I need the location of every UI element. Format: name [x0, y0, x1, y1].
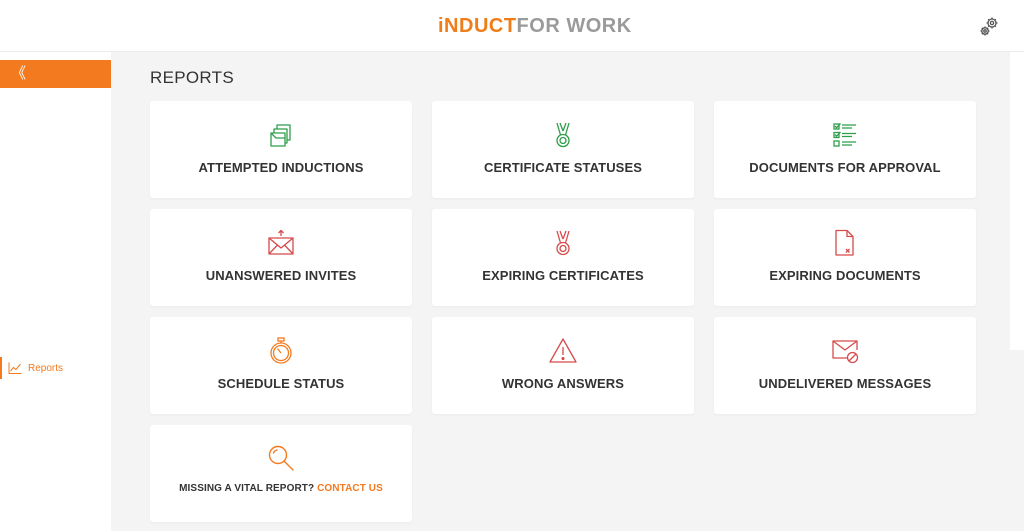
missing-report-text: MISSING A VITAL REPORT? CONTACT US [150, 483, 412, 494]
card-label: UNDELIVERED MESSAGES [758, 376, 932, 391]
top-bar: iNDUCTFOR WORK [0, 0, 1024, 52]
stopwatch-icon [267, 337, 295, 365]
report-card-undelivered-messages[interactable]: UNDELIVERED MESSAGES [714, 317, 976, 414]
logo-text-primary: iNDUCT [438, 15, 517, 37]
app-logo[interactable]: iNDUCTFOR WORK [438, 15, 632, 38]
report-card-unanswered-invites[interactable]: UNANSWERED INVITES [150, 209, 412, 306]
sidebar-collapse-button[interactable]: 《 [0, 60, 111, 88]
card-label: ATTEMPTED INDUCTIONS [198, 160, 364, 175]
contact-us-link[interactable]: CONTACT US [317, 483, 383, 494]
report-card-wrong-answers[interactable]: WRONG ANSWERS [432, 317, 694, 414]
card-label: CERTIFICATE STATUSES [484, 160, 642, 175]
page-title: REPORTS [150, 68, 234, 87]
report-card-expiring-certificates[interactable]: EXPIRING CERTIFICATES [432, 209, 694, 306]
card-label: UNANSWERED INVITES [205, 268, 357, 283]
sidebar-item-reports[interactable]: Reports [0, 357, 111, 379]
logo-text-secondary: FOR WORK [516, 15, 632, 37]
magnifier-icon [267, 444, 295, 472]
envelope-upload-icon [267, 229, 295, 257]
sidebar: 《 Reports [0, 52, 111, 531]
checklist-icon [831, 121, 859, 149]
right-panel-edge [1010, 52, 1024, 350]
sidebar-item-label: Reports [28, 362, 64, 374]
medal-icon [549, 229, 577, 257]
missing-report-card: MISSING A VITAL REPORT? CONTACT US [150, 425, 412, 522]
report-card-expiring-documents[interactable]: EXPIRING DOCUMENTS [714, 209, 976, 306]
report-card-certificate-statuses[interactable]: CERTIFICATE STATUSES [432, 101, 694, 198]
card-label: EXPIRING DOCUMENTS [769, 268, 921, 283]
card-label: SCHEDULE STATUS [217, 376, 345, 391]
report-card-schedule-status[interactable]: SCHEDULE STATUS [150, 317, 412, 414]
double-chevron-left-icon: 《 [11, 65, 27, 82]
warning-icon [549, 337, 577, 365]
card-label: EXPIRING CERTIFICATES [482, 268, 644, 283]
card-label: DOCUMENTS FOR APPROVAL [749, 160, 941, 175]
report-card-attempted-inductions[interactable]: ATTEMPTED INDUCTIONS [150, 101, 412, 198]
card-label: WRONG ANSWERS [501, 376, 625, 391]
missing-report-prompt: MISSING A VITAL REPORT? [179, 483, 318, 494]
report-card-documents-for-approval[interactable]: DOCUMENTS FOR APPROVAL [714, 101, 976, 198]
envelope-blocked-icon [831, 337, 859, 365]
line-chart-icon [8, 362, 22, 374]
stacked-documents-icon [267, 121, 295, 149]
document-remove-icon [831, 229, 859, 257]
settings-gears-icon[interactable] [978, 16, 1000, 38]
medal-icon [549, 121, 577, 149]
